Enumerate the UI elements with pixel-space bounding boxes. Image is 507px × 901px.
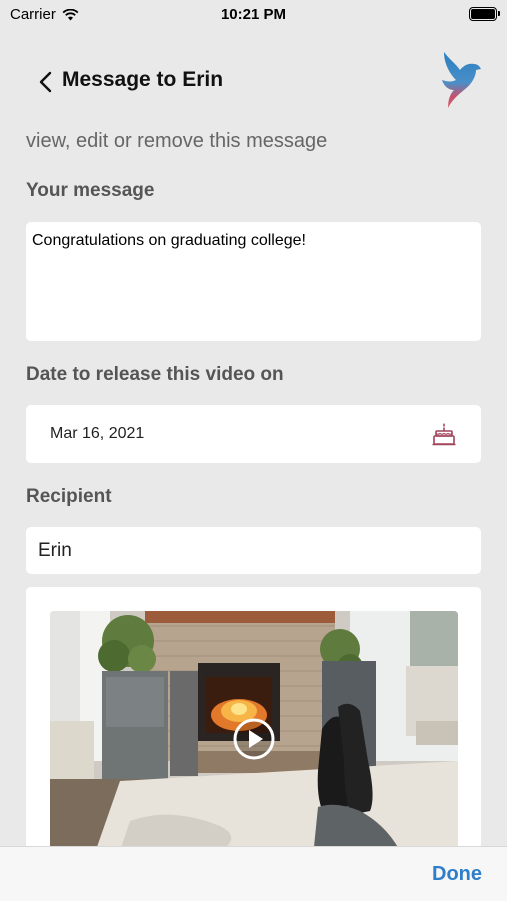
message-label: Your message xyxy=(26,180,155,201)
page-title: Message to Erin xyxy=(62,68,224,91)
recipient-label: Recipient xyxy=(26,486,112,507)
battery-icon xyxy=(469,7,500,21)
nav-header: Message to Erin xyxy=(0,50,507,120)
status-time: 10:21 PM xyxy=(220,6,287,23)
bottom-toolbar: Done xyxy=(0,846,507,901)
release-date-label: Date to release this video on xyxy=(26,364,284,385)
release-date-field[interactable]: Mar 16, 2021 xyxy=(26,405,481,463)
video-card xyxy=(26,587,481,867)
play-icon[interactable] xyxy=(232,717,276,761)
recipient-field[interactable]: Erin xyxy=(26,527,481,574)
release-date-value: Mar 16, 2021 xyxy=(50,425,145,442)
status-bar: Carrier 10:21 PM xyxy=(0,0,507,30)
video-thumbnail[interactable] xyxy=(50,611,458,867)
back-chevron-icon[interactable] xyxy=(34,68,58,96)
dove-logo-icon xyxy=(442,52,481,108)
cake-icon[interactable] xyxy=(431,421,457,447)
recipient-value: Erin xyxy=(38,540,72,561)
done-button[interactable]: Done xyxy=(432,863,482,886)
message-text: Congratulations on graduating college! xyxy=(32,232,306,249)
page-subtitle: view, edit or remove this message xyxy=(26,130,328,152)
message-textarea[interactable]: Congratulations on graduating college! xyxy=(26,222,481,341)
